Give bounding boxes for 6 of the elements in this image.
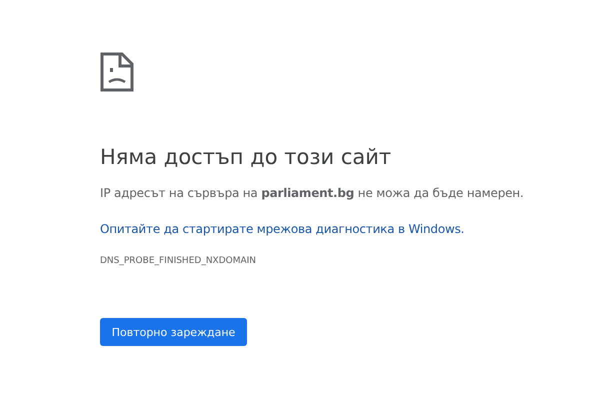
sad-page-icon [100, 52, 134, 92]
error-heading: Няма достъп до този сайт [100, 144, 392, 170]
reload-button[interactable]: Повторно зареждане [100, 318, 247, 346]
error-code: DNS_PROBE_FINISHED_NXDOMAIN [100, 255, 258, 267]
error-message: IP адресът на сървъра на parliament.bg не можа да бъде намерен. [100, 185, 525, 201]
diagnostics-link[interactable]: Опитайте да стартирате мрежова диагностика в Windows. [100, 221, 464, 237]
